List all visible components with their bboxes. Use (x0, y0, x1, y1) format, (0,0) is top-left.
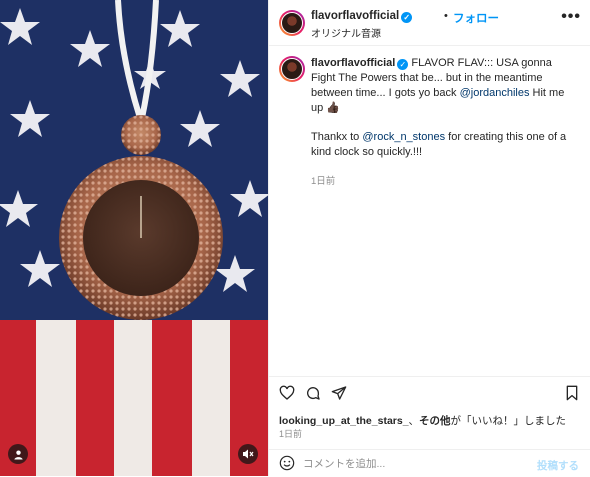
audio-link[interactable]: オリジナル音源 (311, 25, 381, 40)
post-sidebar: flavorflavofficial ✓ • フォロー オリジナル音源 ••• f… (268, 0, 590, 476)
share-icon[interactable] (331, 385, 347, 406)
likes-suffix: が「いいね！」しました (450, 415, 567, 427)
post-comment-button[interactable]: 投稿する (537, 458, 579, 473)
mention-link[interactable]: @jordanchiles (460, 87, 530, 99)
sound-off-icon[interactable] (238, 444, 258, 464)
comment-icon[interactable] (305, 385, 321, 406)
separator-dot: • (444, 10, 448, 22)
video-frame (0, 0, 268, 476)
post-username[interactable]: flavorflavofficial ✓ (311, 10, 413, 23)
caption-thanks: Thankx to (311, 131, 360, 143)
liked-by-user[interactable]: looking_up_at_the_stars_ (279, 415, 409, 427)
user-tag-icon[interactable] (8, 444, 28, 464)
mention-link[interactable]: @rock_n_stones (362, 131, 445, 143)
caption-timestamp[interactable]: 1日前 (311, 173, 335, 187)
post-caption: flavorflavofficial ✓ FLAVOR FLAV::: USA g… (311, 56, 579, 160)
emoji-icon[interactable] (279, 455, 295, 476)
comments-section: flavorflavofficial ✓ FLAVOR FLAV::: USA g… (269, 46, 590, 376)
others-link[interactable]: その他 (419, 415, 451, 427)
post-media[interactable] (0, 0, 268, 476)
more-options-icon[interactable]: ••• (561, 8, 581, 26)
post-header: flavorflavofficial ✓ • フォロー オリジナル音源 ••• (269, 0, 590, 46)
caption-avatar[interactable] (279, 56, 305, 82)
heart-icon[interactable] (279, 385, 295, 406)
likes-summary: looking_up_at_the_stars_、その他が「いいね！」しました (279, 413, 566, 428)
follow-button[interactable]: フォロー (453, 10, 499, 26)
caption-username[interactable]: flavorflavofficial (311, 57, 395, 69)
verified-badge-icon: ✓ (401, 12, 413, 23)
add-comment-bar: 投稿する (269, 449, 590, 477)
verified-badge-icon: ✓ (397, 59, 409, 70)
comment-input[interactable] (303, 455, 523, 473)
bookmark-icon[interactable] (565, 385, 579, 406)
avatar[interactable] (279, 10, 305, 36)
thumbs-up-emoji: 👍🏿 (326, 102, 341, 114)
action-bar: looking_up_at_the_stars_、その他が「いいね！」しました … (269, 376, 590, 476)
post-timestamp[interactable]: 1日前 (279, 427, 302, 440)
liked-separator: 、 (408, 415, 420, 427)
